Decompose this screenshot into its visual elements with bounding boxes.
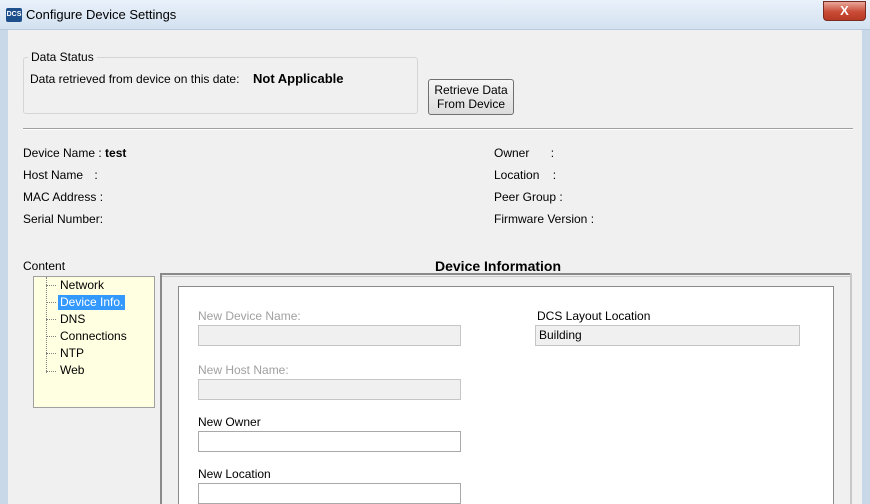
location-row: Location : — [494, 168, 556, 182]
tree-tick — [46, 285, 56, 286]
tree-tick — [46, 302, 56, 303]
retrieve-data-button[interactable]: Retrieve Data From Device — [428, 79, 514, 115]
firmware-version-label: Firmware Version : — [494, 212, 595, 226]
panel-right-rule — [850, 273, 852, 504]
tree-item-web[interactable]: Web — [58, 363, 86, 378]
content-tree[interactable]: Network Device Info. DNS Connections NTP… — [33, 276, 155, 408]
new-device-name-label: New Device Name: — [198, 309, 301, 323]
tree-item-device-info[interactable]: Device Info. — [58, 295, 126, 310]
tree-tick — [46, 319, 56, 320]
dcs-layout-location-field[interactable]: Building — [535, 325, 800, 346]
peer-group-label: Peer Group : — [494, 190, 563, 204]
panel-title: Device Information — [435, 258, 562, 274]
tree-item-ntp[interactable]: NTP — [58, 346, 86, 361]
close-button[interactable]: X — [823, 1, 866, 21]
close-icon: X — [840, 3, 849, 18]
new-host-name-field[interactable] — [198, 379, 461, 400]
window-border-left — [0, 30, 8, 504]
separator — [23, 128, 853, 130]
device-name-row: Device Name : test — [23, 146, 126, 160]
new-host-name-label: New Host Name: — [198, 363, 289, 377]
title-bar[interactable]: DCS Configure Device Settings X — [0, 0, 870, 30]
tree-tick — [46, 336, 56, 337]
new-owner-label: New Owner — [198, 415, 261, 429]
tree-connector — [46, 277, 47, 373]
retrieved-date-label: Data retrieved from device on this date: — [30, 72, 240, 86]
tree-item-dns[interactable]: DNS — [58, 312, 87, 327]
location-separator: : — [552, 168, 557, 182]
window-title: Configure Device Settings — [26, 7, 177, 22]
app-icon: DCS — [6, 8, 22, 22]
retrieved-date-value: Not Applicable — [253, 71, 344, 86]
panel-top-rule — [160, 273, 852, 277]
window-border-right — [862, 30, 870, 504]
serial-number-label: Serial Number: — [23, 212, 104, 226]
new-location-field[interactable] — [198, 483, 461, 504]
host-name-label: Host Name — [23, 168, 84, 182]
new-location-label: New Location — [198, 467, 271, 481]
data-status-legend: Data Status — [28, 50, 97, 64]
content-label: Content — [23, 259, 66, 273]
dcs-layout-location-label: DCS Layout Location — [537, 309, 651, 323]
owner-separator: : — [550, 146, 555, 160]
tree-item-connections[interactable]: Connections — [58, 329, 129, 344]
retrieve-button-line1: Retrieve Data — [434, 83, 508, 97]
host-name-row: Host Name : — [23, 168, 98, 182]
mac-address-label: MAC Address : — [23, 190, 104, 204]
owner-row: Owner : — [494, 146, 554, 160]
new-device-name-field[interactable] — [198, 325, 461, 346]
device-name-value: test — [105, 146, 127, 160]
new-owner-field[interactable] — [198, 431, 461, 452]
owner-label: Owner — [494, 146, 530, 160]
tree-item-network[interactable]: Network — [58, 278, 106, 293]
tree-tick — [46, 371, 56, 372]
host-name-separator: : — [94, 168, 98, 182]
retrieve-button-line2: From Device — [436, 97, 505, 111]
panel-left-rule — [160, 273, 162, 504]
tree-tick — [46, 353, 56, 354]
device-name-label: Device Name : — [23, 146, 102, 160]
location-label: Location — [494, 168, 540, 182]
